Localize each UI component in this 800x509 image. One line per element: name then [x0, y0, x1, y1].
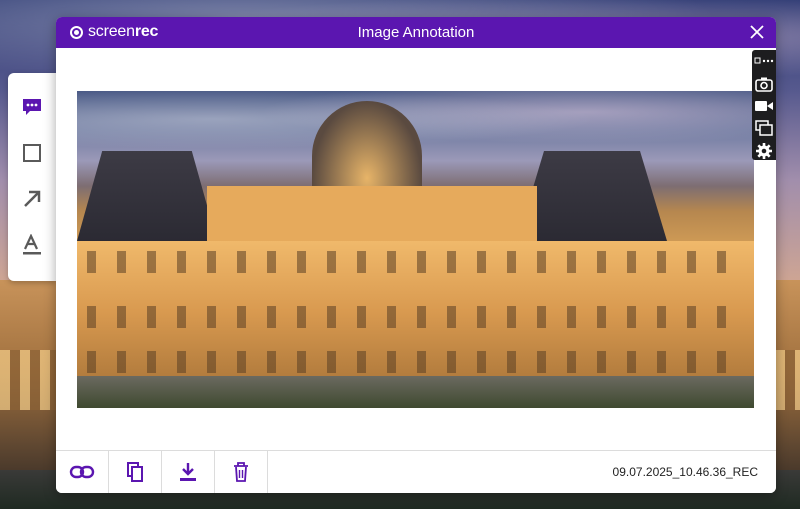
image-window-row [87, 306, 744, 328]
speech-bubble-icon [23, 99, 41, 115]
background-windows-right [775, 350, 800, 410]
close-button[interactable] [748, 23, 766, 41]
image-window-row [87, 351, 744, 373]
image-roof-left [77, 151, 217, 241]
link-icon [69, 465, 95, 479]
rectangle-tool-button[interactable] [20, 141, 44, 165]
captured-image[interactable] [77, 91, 754, 408]
arrow-icon [24, 190, 41, 207]
record-video-button[interactable] [754, 97, 774, 115]
window-title: Image Annotation [357, 24, 475, 41]
comment-tool-button[interactable] [20, 95, 44, 119]
camera-icon [755, 77, 773, 92]
image-center-facade [207, 186, 537, 246]
capture-toolbar [752, 50, 776, 160]
windows-icon [755, 120, 773, 137]
text-highlight-icon [23, 234, 41, 255]
download-icon [180, 463, 196, 481]
delete-button[interactable] [215, 451, 268, 493]
video-camera-icon [755, 101, 773, 112]
rectangle-icon [23, 144, 41, 162]
image-street [77, 376, 754, 408]
copy-icon [127, 462, 143, 482]
text-tool-button[interactable] [20, 233, 44, 257]
image-window-row [87, 251, 744, 273]
trash-icon [234, 462, 248, 482]
more-options-button[interactable] [754, 52, 774, 70]
copy-image-button[interactable] [109, 451, 162, 493]
close-icon [750, 25, 764, 39]
download-button[interactable] [162, 451, 215, 493]
arrow-tool-button[interactable] [20, 187, 44, 211]
copy-link-button[interactable] [56, 451, 109, 493]
file-name: 09.07.2025_10.46.36_REC [612, 465, 758, 479]
annotation-canvas[interactable] [56, 48, 776, 450]
screenshot-button[interactable] [754, 74, 774, 92]
background-windows-left [0, 350, 56, 410]
settings-button[interactable] [754, 142, 774, 160]
windows-button[interactable] [754, 119, 774, 137]
action-footer: 09.07.2025_10.46.36_REC [56, 450, 776, 493]
annotation-tool-palette [8, 73, 56, 281]
image-roof-right [517, 151, 667, 241]
more-options-icon [754, 57, 774, 64]
image-annotation-window: screenrec Image Annotation 09.07.2025_10… [56, 17, 776, 493]
gear-icon [756, 142, 772, 159]
title-bar: screenrec Image Annotation [56, 17, 776, 48]
